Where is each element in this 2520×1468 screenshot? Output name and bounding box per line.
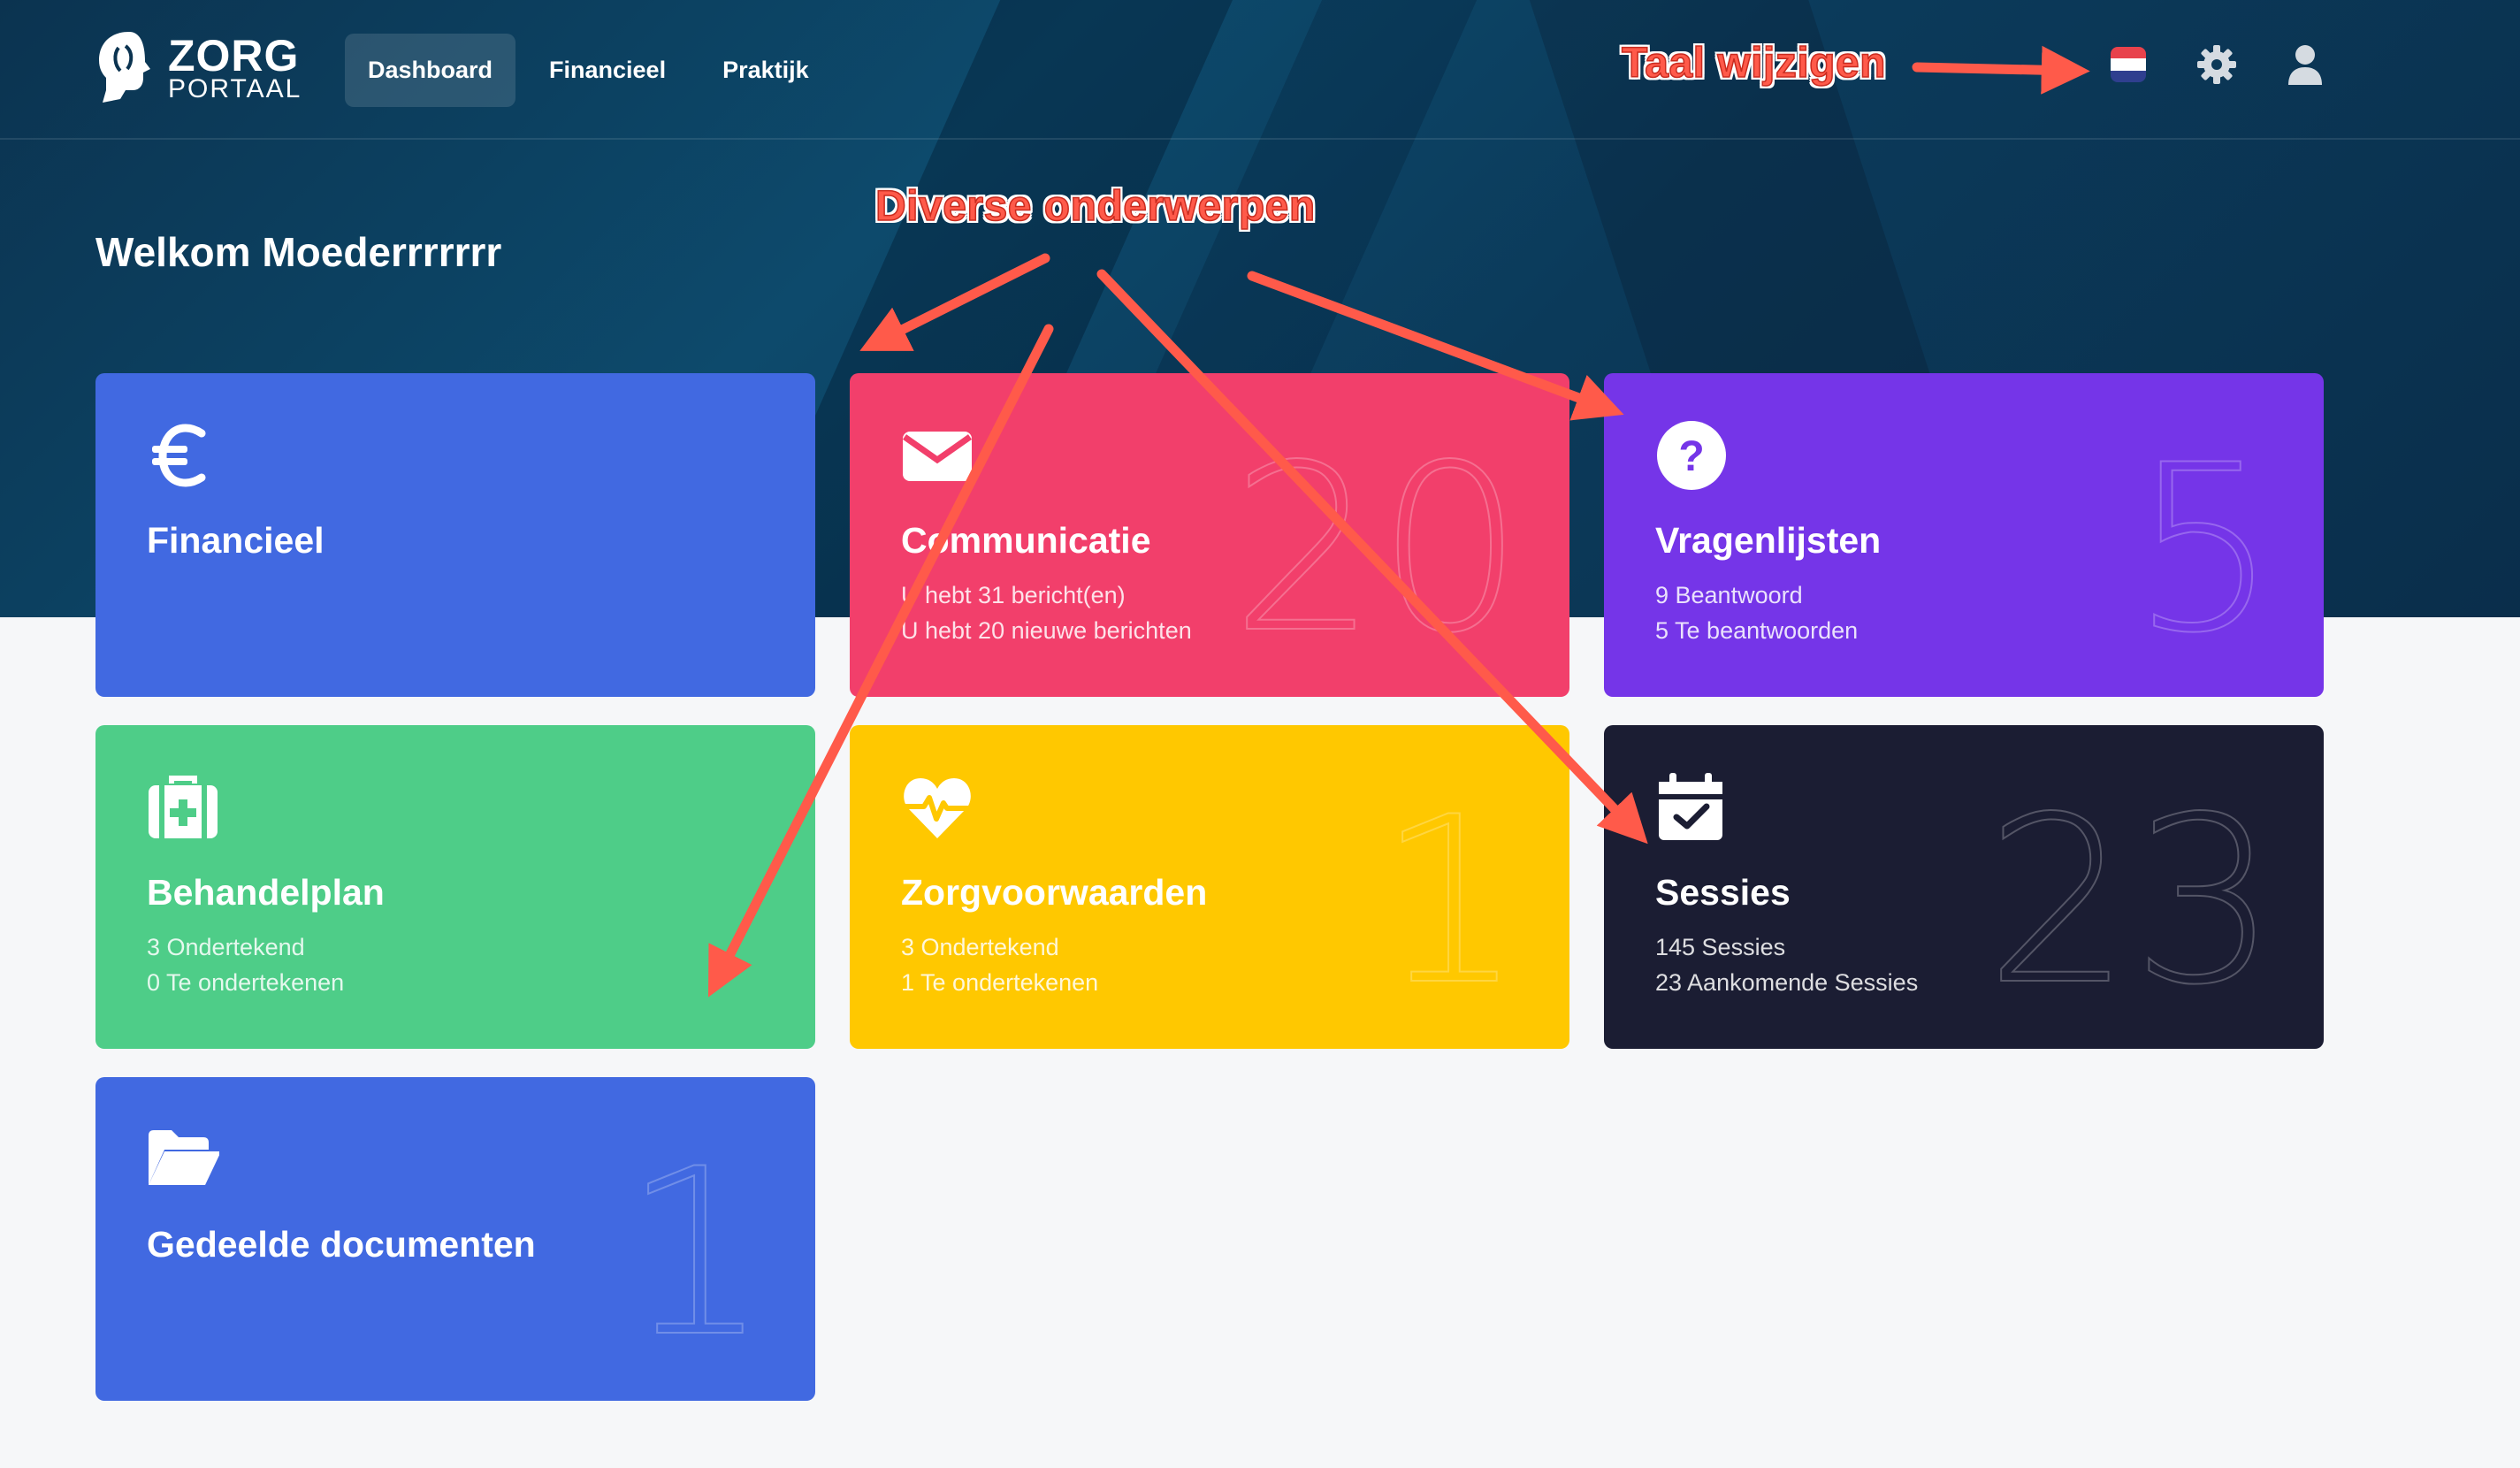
card-line-2: 5 Te beantwoorden <box>1655 617 1859 644</box>
user-icon[interactable] <box>2285 44 2325 85</box>
card-sessies[interactable]: 23 Sessies 145 Sessies 23 Aankomende Ses… <box>1604 725 2324 1049</box>
card-financieel[interactable]: Financieel <box>95 373 815 697</box>
card-line-2: 0 Te ondertekenen <box>147 969 345 996</box>
card-title: Financieel <box>147 520 325 561</box>
annotation-topics: Diverse onderwerpen <box>874 182 1316 231</box>
big-number: 1 <box>1377 768 1524 1036</box>
card-title: Zorgvoorwaarden <box>901 872 1208 913</box>
card-behandelplan[interactable]: Behandelplan 3 Ondertekend 0 Te ondertek… <box>95 725 815 1049</box>
big-number: 20 <box>1230 417 1524 684</box>
big-number: 23 <box>1984 768 2279 1036</box>
card-title: Behandelplan <box>147 872 385 913</box>
tab-praktijk[interactable]: Praktijk <box>699 34 832 107</box>
card-title: Vragenlijsten <box>1655 520 1882 561</box>
euro-icon <box>152 424 206 487</box>
zorgportaal-logo[interactable]: ZORG PORTAAL <box>94 28 302 108</box>
card-title: Gedeelde documenten <box>147 1224 536 1265</box>
head-logo-icon <box>99 32 150 103</box>
question-icon: ? <box>1657 421 1726 490</box>
card-gedeelde-documenten[interactable]: 1 Gedeelde documenten <box>95 1077 815 1401</box>
folder-open-icon <box>149 1130 219 1185</box>
logo-text-zorg: ZORG <box>168 31 300 80</box>
envelope-icon <box>902 432 973 481</box>
card-line-1: 3 Ondertekend <box>147 934 305 960</box>
tab-dashboard[interactable]: Dashboard <box>345 34 516 107</box>
card-line-2: U hebt 20 nieuwe berichten <box>901 617 1192 644</box>
big-number: 5 <box>2131 417 2279 684</box>
card-line-1: 9 Beantwoord <box>1655 582 1803 608</box>
heart-pulse-icon <box>904 778 971 838</box>
big-number: 1 <box>622 1120 770 1388</box>
card-communicatie[interactable]: 20 Communicatie U hebt 31 bericht(en) U … <box>850 373 1569 697</box>
welcome-heading: Welkom Moederrrrrrr <box>95 229 502 275</box>
card-line-2: 23 Aankomende Sessies <box>1655 969 1919 996</box>
card-line-1: 3 Ondertekend <box>901 934 1059 960</box>
top-navbar: ZORG PORTAAL Dashboard Financieel Prakti… <box>0 0 2520 140</box>
card-title: Communicatie <box>901 520 1151 561</box>
card-line-1: U hebt 31 bericht(en) <box>901 582 1126 608</box>
card-line-2: 1 Te ondertekenen <box>901 969 1099 996</box>
card-line-1: 145 Sessies <box>1655 934 1786 960</box>
card-zorgvoorwaarden[interactable]: 1 Zorgvoorwaarden 3 Ondertekend 1 Te ond… <box>850 725 1569 1049</box>
gear-icon[interactable] <box>2196 44 2237 85</box>
logo-text-portaal: PORTAAL <box>168 74 302 103</box>
calendar-check-icon <box>1659 773 1722 840</box>
annotation-language: Taal wijzigen <box>1621 39 1886 88</box>
main-nav: Dashboard Financieel Praktijk <box>345 34 832 107</box>
card-title: Sessies <box>1655 872 1791 913</box>
flag-nl-icon[interactable] <box>2108 44 2149 85</box>
svg-text:?: ? <box>1678 433 1704 480</box>
first-aid-kit-icon <box>149 776 218 838</box>
tab-financieel[interactable]: Financieel <box>526 34 689 107</box>
card-vragenlijsten[interactable]: 5 ? Vragenlijsten 9 Beantwoord 5 Te bean… <box>1604 373 2324 697</box>
